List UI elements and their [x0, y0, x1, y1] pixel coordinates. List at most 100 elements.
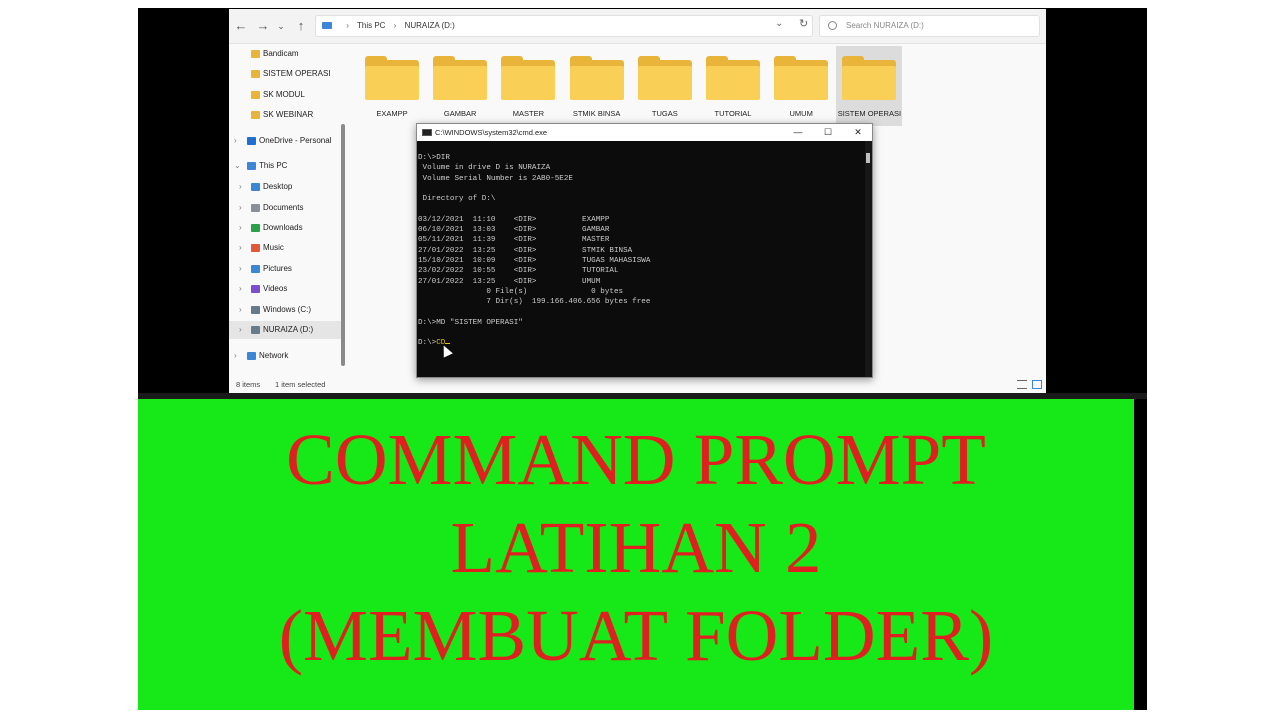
- folder-item[interactable]: TUGAS: [632, 46, 698, 126]
- sidebar-item[interactable]: › OneDrive - Personal: [229, 132, 341, 150]
- search-input[interactable]: Search NURAIZA (D:): [819, 15, 1040, 37]
- folder-icon: [365, 66, 419, 100]
- sidebar-item-label: Pictures: [263, 264, 292, 273]
- breadcrumb-drive[interactable]: NURAIZA (D:): [405, 21, 455, 30]
- sidebar-item[interactable]: SISTEM OPERASI: [229, 65, 341, 83]
- downloads-icon: [251, 224, 260, 232]
- sidebar-item[interactable]: › Windows (C:): [229, 301, 341, 319]
- folder-icon: [569, 66, 624, 100]
- sidebar-item[interactable]: › Videos: [229, 280, 341, 298]
- cmd-output-line: 7 Dir(s) 199.166.406.656 bytes free: [418, 298, 651, 307]
- folder-label: MASTER: [512, 109, 545, 118]
- expand-chevron-icon[interactable]: ›: [234, 347, 237, 365]
- cmd-app-icon: [422, 129, 432, 136]
- sidebar-item[interactable]: › NURAIZA (D:): [229, 321, 341, 339]
- cmd-output-line: D:\>DIR: [418, 154, 450, 162]
- sidebar-item[interactable]: SK WEBINAR: [229, 106, 341, 124]
- forward-arrow-icon[interactable]: →: [255, 18, 271, 34]
- folder-label: GAMBAR: [443, 109, 477, 118]
- sidebar-item[interactable]: › Downloads: [229, 219, 341, 237]
- expand-chevron-icon[interactable]: ›: [239, 260, 242, 278]
- tiles-view-icon[interactable]: [1032, 380, 1042, 389]
- maximize-icon[interactable]: ☐: [813, 124, 843, 141]
- drive-icon: [251, 306, 260, 314]
- cmd-scrollbar-thumb[interactable]: [866, 153, 870, 163]
- folder-item[interactable]: SISTEM OPERASI: [836, 46, 903, 126]
- selection-count: 1 item selected: [275, 380, 326, 389]
- cmd-console-output[interactable]: D:\>DIR Volume in drive D is NURAIZA Vol…: [417, 141, 863, 377]
- cmd-output-line: D:\>MD "SISTEM OPERASI": [418, 318, 523, 327]
- sidebar-item[interactable]: › Desktop: [229, 178, 341, 196]
- folder-label: STMIK BINSA: [572, 109, 621, 118]
- sidebar-item-label: SISTEM OPERASI: [263, 69, 331, 78]
- pictures-icon: [251, 265, 260, 273]
- refresh-icon[interactable]: ↻: [799, 17, 808, 30]
- folder-icon: [774, 66, 829, 100]
- navigation-scrollbar[interactable]: [341, 124, 345, 366]
- cmd-output-line: [418, 307, 863, 317]
- cmd-output-line: Volume Serial Number is 2AB0-5E2E: [418, 174, 573, 183]
- folder-item[interactable]: EXAMPP: [359, 46, 425, 126]
- sidebar-item-label: This PC: [259, 161, 288, 170]
- close-icon[interactable]: ✕: [843, 124, 873, 141]
- cmd-output-line: 23/02/2022 10:55 <DIR> TUTORIAL: [418, 267, 619, 276]
- cmd-output-line: Directory of D:\: [418, 195, 496, 204]
- sidebar-item-label: Desktop: [263, 182, 293, 191]
- folder-label: SISTEM OPERASI: [837, 109, 902, 118]
- banner-line-2: LATIHAN 2: [450, 507, 822, 588]
- back-arrow-icon[interactable]: ←: [233, 18, 249, 34]
- expand-chevron-icon[interactable]: ›: [239, 199, 242, 217]
- expand-chevron-icon[interactable]: ›: [239, 280, 242, 298]
- sidebar-item-label: SK WEBINAR: [263, 110, 314, 119]
- pc-icon: [322, 22, 332, 30]
- cmd-title-bar[interactable]: C:\WINDOWS\system32\cmd.exe — ☐ ✕: [417, 124, 872, 141]
- expand-chevron-icon[interactable]: ›: [239, 219, 242, 237]
- cmd-prompt-line[interactable]: D:\>CD: [418, 338, 863, 348]
- folder-icon: [706, 66, 760, 100]
- address-field[interactable]: › This PC › NURAIZA (D:): [315, 15, 813, 37]
- address-dropdown-icon[interactable]: ⌄: [775, 18, 783, 29]
- pc-icon: [247, 162, 256, 170]
- minimize-icon[interactable]: —: [783, 124, 813, 141]
- sidebar-item[interactable]: Bandicam: [229, 45, 341, 63]
- folder-icon: [251, 50, 260, 58]
- folder-label: UMUM: [789, 109, 813, 118]
- cmd-output-line: 27/01/2022 13:25 <DIR> UMUM: [418, 277, 601, 286]
- network-icon: [247, 352, 256, 360]
- folder-icon: [501, 66, 556, 100]
- sidebar-item[interactable]: › Pictures: [229, 260, 341, 278]
- folder-label: TUGAS: [651, 109, 678, 118]
- video-frame: ← → ⌄ ↑ › This PC › NURAIZA (D:) ⌄ ↻ Sea…: [0, 0, 1280, 720]
- left-margin: [0, 0, 138, 720]
- cmd-title: C:\WINDOWS\system32\cmd.exe: [435, 128, 548, 137]
- expand-chevron-icon[interactable]: ›: [239, 321, 242, 339]
- details-view-icon[interactable]: [1017, 380, 1027, 389]
- sidebar-item[interactable]: › Music: [229, 239, 341, 257]
- cmd-output-line: 15/10/2021 10:09 <DIR> TUGAS MAHASISWA: [418, 256, 651, 265]
- expand-chevron-icon[interactable]: ›: [239, 301, 242, 319]
- folder-item[interactable]: TUTORIAL: [700, 46, 766, 126]
- folder-item[interactable]: STMIK BINSA: [564, 46, 630, 126]
- expand-chevron-icon[interactable]: ›: [239, 178, 242, 196]
- sidebar-item[interactable]: › Network: [229, 347, 341, 365]
- folder-item[interactable]: UMUM: [768, 46, 834, 126]
- sidebar-item[interactable]: › Documents: [229, 199, 341, 217]
- sidebar-item[interactable]: ⌄ This PC: [229, 157, 341, 175]
- item-count: 8 items: [236, 380, 261, 389]
- recent-chevron-icon[interactable]: ⌄: [273, 18, 289, 34]
- folder-item[interactable]: MASTER: [495, 46, 561, 126]
- breadcrumb-this-pc[interactable]: This PC: [357, 21, 385, 30]
- expand-chevron-icon[interactable]: ›: [234, 132, 237, 150]
- sidebar-item[interactable]: SK MODUL: [229, 86, 341, 104]
- cmd-output-line: 05/11/2021 11:39 <DIR> MASTER: [418, 236, 610, 245]
- cmd-output-line: [418, 184, 863, 194]
- cloud-icon: [247, 137, 256, 145]
- bottom-margin: [138, 710, 1147, 720]
- expand-chevron-icon[interactable]: ›: [239, 239, 242, 257]
- cmd-scrollbar[interactable]: [865, 141, 872, 377]
- folder-item[interactable]: GAMBAR: [427, 46, 493, 126]
- up-arrow-icon[interactable]: ↑: [293, 18, 309, 34]
- expand-chevron-icon[interactable]: ⌄: [234, 157, 241, 175]
- address-bar-area: ← → ⌄ ↑ › This PC › NURAIZA (D:) ⌄ ↻ Sea…: [229, 9, 1046, 44]
- sidebar-item-label: NURAIZA (D:): [263, 325, 314, 334]
